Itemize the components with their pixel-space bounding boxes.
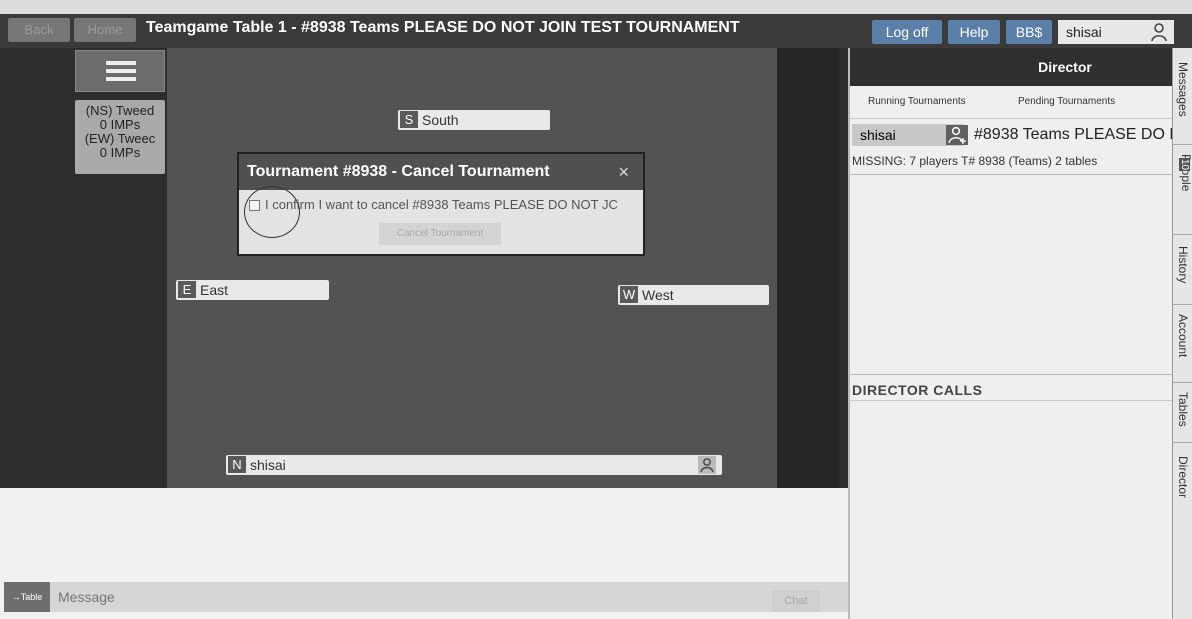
tournament-name: #8938 Teams PLEASE DO NOT JOIN — [974, 126, 1174, 143]
tab-messages-label: Messages — [1176, 62, 1190, 117]
tab-separator — [1173, 234, 1192, 235]
ew-score: 0 IMPs — [99, 145, 141, 160]
seat-east[interactable]: E East — [176, 280, 329, 300]
director-calls-heading: DIRECTOR CALLS — [852, 382, 983, 398]
side-tab-strip: Messages People 10 History Account Tables… — [1172, 48, 1192, 619]
user-icon — [1151, 23, 1167, 42]
seat-west-label: West — [642, 287, 674, 303]
director-panel: Director Running Tournaments Pending Tou… — [848, 48, 1174, 619]
logoff-button[interactable]: Log off — [872, 20, 942, 44]
tab-pending-tournaments[interactable]: Pending Tournaments — [1018, 96, 1115, 107]
chat-send-button[interactable]: Chat — [772, 590, 820, 612]
director-header: Director — [850, 48, 1172, 86]
tab-separator — [1173, 144, 1192, 145]
tab-people[interactable]: People 10 — [1173, 154, 1192, 234]
seat-north[interactable]: Nshisai — [226, 455, 722, 475]
seat-user-icon[interactable] — [698, 456, 716, 474]
tab-running-tournaments[interactable]: Running Tournaments — [868, 96, 966, 107]
tab-separator — [1173, 304, 1192, 305]
tab-history[interactable]: History — [1173, 246, 1192, 304]
tournament-tabs: Running Tournaments Pending Tournaments — [850, 86, 1172, 116]
chat-bar: →Table Chat — [4, 582, 848, 612]
app-window: Back Home Teamgame Table 1 - #8938 Teams… — [0, 0, 1192, 619]
tab-director-label: Director — [1176, 456, 1190, 499]
top-bar: Back Home Teamgame Table 1 - #8938 Teams… — [0, 14, 1192, 48]
dialog-body: I confirm I want to cancel #8938 Teams P… — [239, 190, 643, 254]
seat-north-dir: N — [228, 456, 246, 473]
annotation-circle — [244, 186, 300, 238]
menu-icon — [106, 61, 136, 65]
seat-east-dir: E — [178, 281, 196, 298]
tab-messages[interactable]: Messages — [1173, 62, 1192, 142]
help-button[interactable]: Help — [948, 20, 1000, 44]
back-button[interactable]: Back — [8, 18, 70, 42]
seat-south[interactable]: S South — [398, 110, 550, 130]
list-divider — [850, 174, 1174, 175]
tab-director[interactable]: Director — [1173, 456, 1192, 516]
tabs-divider — [850, 118, 1174, 119]
tab-tables[interactable]: Tables — [1173, 392, 1192, 438]
people-count-badge: 10 — [1179, 158, 1190, 172]
table-chat-target-button[interactable]: →Table — [4, 582, 50, 612]
seat-north-label: shisai — [250, 457, 286, 473]
tab-account-label: Account — [1176, 314, 1190, 358]
close-icon[interactable]: × — [618, 154, 629, 190]
home-button[interactable]: Home — [74, 18, 136, 42]
username-label: shisai — [1066, 24, 1102, 40]
table-title: Teamgame Table 1 - #8938 Teams PLEASE DO… — [146, 19, 740, 36]
confirm-label: I confirm I want to cancel #8938 Teams P… — [265, 197, 618, 212]
dialog-header: Tournament #8938 - Cancel Tournament × — [239, 154, 643, 190]
menu-button[interactable] — [75, 50, 165, 92]
ew-team: (EW) Tweec — [84, 131, 156, 146]
tournament-row[interactable]: shisai #8938 Teams PLEASE DO NOT JOIN — [850, 124, 1174, 146]
tab-separator — [1173, 442, 1192, 443]
tab-account[interactable]: Account — [1173, 314, 1192, 374]
seat-east-label: East — [200, 282, 229, 298]
message-input[interactable] — [58, 582, 768, 612]
seat-west-dir: W — [620, 286, 638, 303]
menu-icon-bar — [106, 69, 136, 73]
score-box: (NS) Tweed 0 IMPs (EW) Tweec 0 IMPs — [75, 100, 165, 174]
seat-south-label: South — [422, 112, 459, 128]
dialog-title: Tournament #8938 - Cancel Tournament — [247, 163, 550, 180]
director-calls-underline — [850, 400, 1174, 401]
table-area: (NS) Tweed 0 IMPs (EW) Tweec 0 IMPs S Sou… — [0, 48, 848, 488]
tab-history-label: History — [1176, 246, 1190, 284]
username-box[interactable]: shisai — [1058, 20, 1174, 44]
seat-west[interactable]: W West — [618, 285, 769, 305]
menu-icon-bar — [106, 77, 136, 81]
missing-players-status: MISSING: 7 players T# 8938 (Teams) 2 tab… — [852, 154, 1098, 168]
table-right-strip — [777, 48, 839, 488]
bbs-button[interactable]: BB$ — [1006, 20, 1052, 44]
director-calls-divider — [850, 374, 1174, 375]
add-user-icon[interactable] — [946, 125, 968, 145]
tab-separator — [1173, 382, 1192, 383]
ns-team: (NS) Tweed — [85, 103, 155, 118]
seat-south-dir: S — [400, 111, 418, 128]
cancel-tournament-button[interactable]: Cancel Tournament — [379, 223, 501, 245]
tab-tables-label: Tables — [1176, 392, 1190, 427]
ns-score: 0 IMPs — [99, 117, 141, 132]
